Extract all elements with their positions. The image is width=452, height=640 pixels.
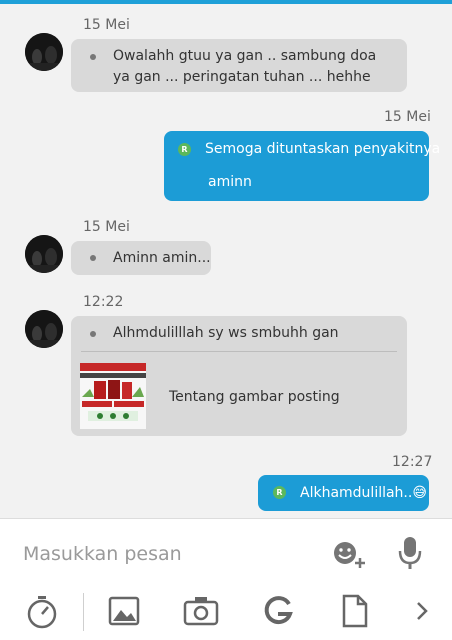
read-badge-icon: R xyxy=(273,486,286,499)
incoming-message-bubble[interactable]: Aminn amin... xyxy=(71,241,211,275)
message-text: Alhmdulilllah sy ws smbuhh gan xyxy=(113,325,339,341)
gif-icon[interactable] xyxy=(262,595,294,627)
message-text-body: Alkhamdulillah.. xyxy=(300,485,413,501)
message-timestamp: 15 Mei xyxy=(83,17,130,33)
emoji-sweat-smile-icon: 😅 xyxy=(412,485,427,501)
status-dot xyxy=(90,255,96,261)
message-text: Alkhamdulillah..😅 xyxy=(300,483,427,504)
avatar[interactable] xyxy=(25,235,63,273)
message-timestamp: 12:22 xyxy=(83,294,124,310)
poster-thumbnail-icon xyxy=(80,363,146,429)
file-icon[interactable] xyxy=(342,594,368,628)
microphone-icon[interactable] xyxy=(397,534,423,572)
message-timestamp: 12:27 xyxy=(392,454,433,470)
attachment-divider xyxy=(81,351,397,352)
outgoing-message-bubble[interactable]: R Semoga dituntaskan penyakitnya aminn xyxy=(164,131,440,201)
attachment-thumbnail[interactable] xyxy=(80,363,146,429)
camera-icon[interactable] xyxy=(183,595,219,627)
chat-thread[interactable]: 15 Mei Owalahh gtuu ya gan .. sambung do… xyxy=(0,4,452,518)
incoming-message-bubble[interactable]: Alhmdulilllah sy ws smbuhh gan Tentang g… xyxy=(71,316,407,436)
message-timestamp: 15 Mei xyxy=(384,109,431,125)
status-dot xyxy=(90,54,96,60)
message-text: Owalahh gtuu ya gan .. sambung doa ya ga… xyxy=(113,48,377,85)
avatar-photo-icon xyxy=(25,310,63,348)
chevron-right-icon[interactable] xyxy=(412,599,432,623)
message-text-line: aminn xyxy=(208,174,252,190)
status-dot xyxy=(90,331,96,337)
read-badge-icon: R xyxy=(178,143,191,156)
message-text: Aminn amin... xyxy=(113,250,211,266)
avatar-photo-icon xyxy=(25,33,63,71)
message-composer: Masukkan pesan xyxy=(0,518,452,640)
emoji-add-icon[interactable] xyxy=(331,538,369,570)
toolbar-divider xyxy=(83,593,84,631)
timer-icon[interactable] xyxy=(24,593,60,629)
avatar[interactable] xyxy=(25,310,63,348)
attachment-toolbar xyxy=(0,583,452,640)
message-text-line: Semoga dituntaskan penyakitnya xyxy=(205,141,441,157)
incoming-message-bubble[interactable]: Owalahh gtuu ya gan .. sambung doa ya ga… xyxy=(71,39,407,92)
message-timestamp: 15 Mei xyxy=(83,219,130,235)
attachment-title[interactable]: Tentang gambar posting xyxy=(169,387,340,408)
image-icon[interactable] xyxy=(108,595,140,627)
avatar[interactable] xyxy=(25,33,63,71)
message-input[interactable]: Masukkan pesan xyxy=(23,543,182,565)
outgoing-message-bubble[interactable]: R Alkhamdulillah..😅 xyxy=(258,475,429,511)
avatar-photo-icon xyxy=(25,235,63,273)
